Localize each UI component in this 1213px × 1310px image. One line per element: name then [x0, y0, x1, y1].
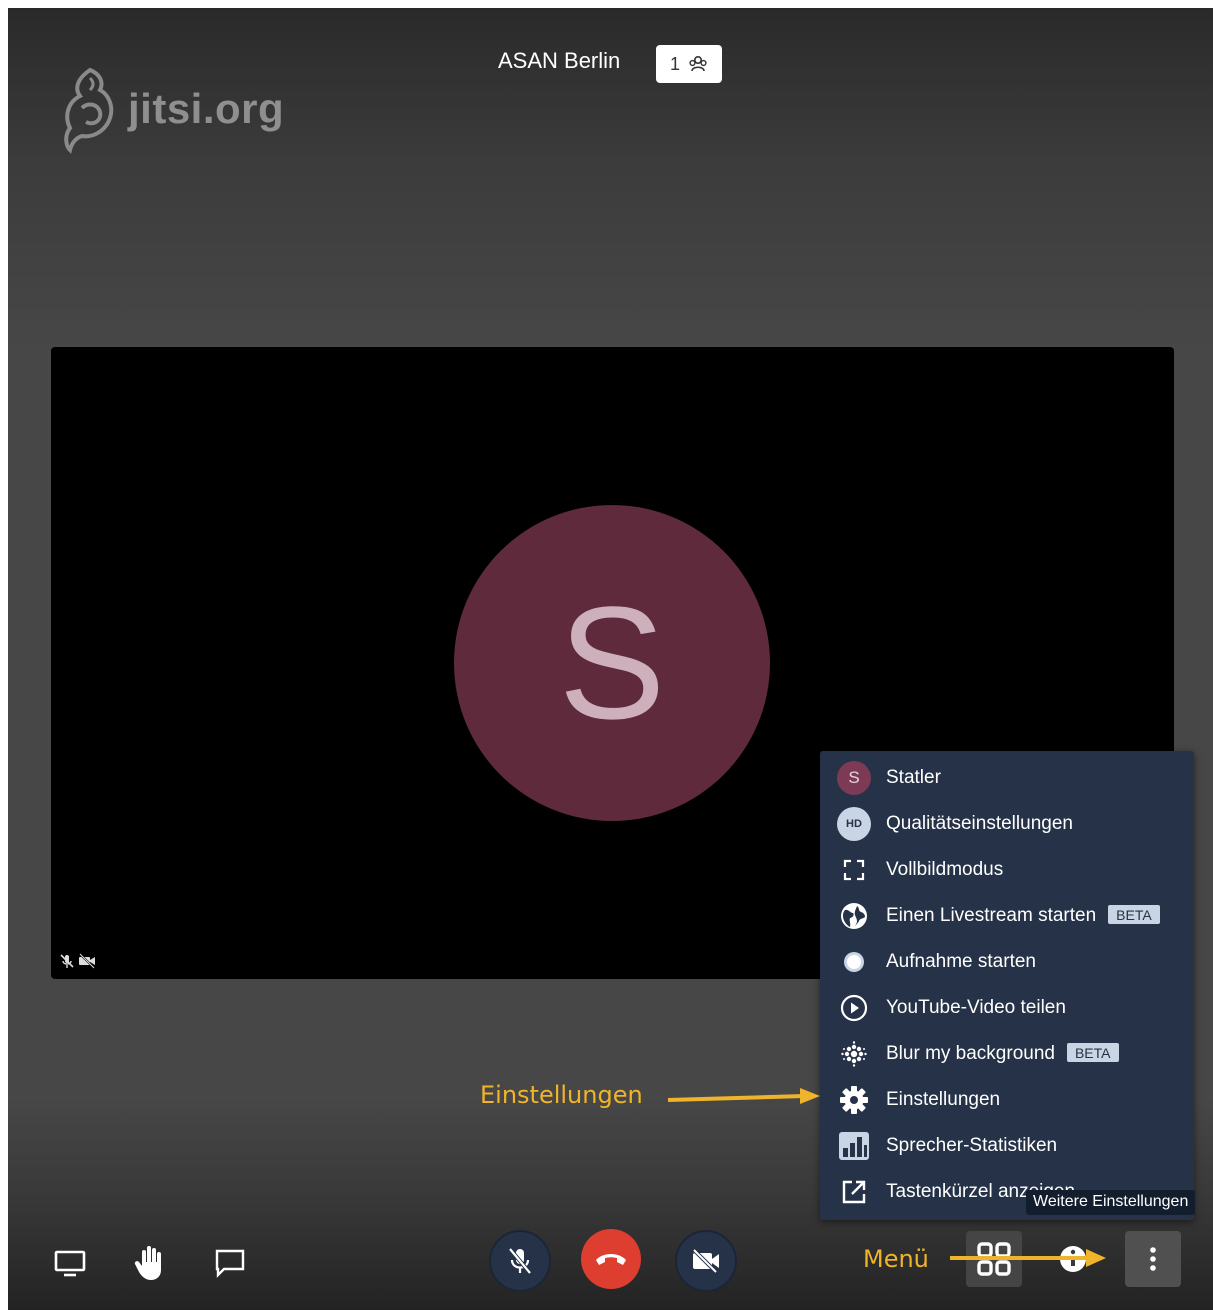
globe-icon [841, 903, 867, 929]
menu-item-speaker-stats[interactable]: Sprecher-Statistiken [820, 1124, 1194, 1168]
more-vertical-icon [1150, 1247, 1156, 1271]
hangup-icon [596, 1254, 626, 1265]
more-settings-tooltip: Weitere Einstellungen [1026, 1190, 1196, 1215]
participant-status-icons [59, 953, 96, 969]
avatar-initial: S [558, 573, 666, 752]
menu-annotation-arrow-icon [950, 1249, 1106, 1267]
participant-count-badge[interactable]: 1 [656, 45, 722, 83]
menu-item-settings[interactable]: Einstellungen [820, 1078, 1194, 1122]
chat-icon [215, 1249, 245, 1278]
participant-avatar: S [454, 505, 770, 821]
menu-item-youtube-share[interactable]: YouTube-Video teilen [820, 986, 1194, 1030]
jitsi-watermark-icon [64, 67, 114, 154]
menu-item-profile[interactable]: S Statler [820, 756, 1194, 800]
menu-item-label: Statler [886, 767, 941, 788]
menu-item-label: Vollbildmodus [886, 859, 1004, 880]
annotation-menu-label: Menü [863, 1245, 929, 1273]
participants-icon [689, 55, 707, 72]
menu-item-livestream[interactable]: Einen Livestream starten BETA [820, 894, 1194, 938]
participant-count: 1 [669, 53, 680, 74]
blur-label: Blur my background [886, 1043, 1055, 1064]
camera-off-icon [79, 953, 95, 969]
gear-icon [840, 1086, 868, 1114]
hd-icon: HD [837, 807, 871, 841]
avatar-s-icon: S [837, 761, 871, 795]
play-icon [840, 994, 868, 1022]
menu-item-blur-background[interactable]: Blur my background BETA [820, 1032, 1194, 1076]
record-icon [844, 952, 864, 972]
menu-item-label: Einstellungen [886, 1089, 1001, 1110]
hangup-button[interactable] [581, 1229, 641, 1289]
fullscreen-icon [843, 859, 865, 881]
room-name: ASAN Berlin [498, 48, 621, 73]
menu-item-label: Aufnahme starten [886, 951, 1036, 972]
menu-item-quality-settings[interactable]: HD Qualitätseinstellungen [820, 802, 1194, 846]
menu-item-label: Sprecher-Statistiken [886, 1135, 1058, 1156]
bar-chart-icon [839, 1132, 869, 1160]
mic-toggle-button[interactable] [489, 1230, 551, 1292]
beta-badge: BETA [1066, 1043, 1119, 1063]
menu-item-label: YouTube-Video teilen [886, 997, 1066, 1018]
menu-item-recording[interactable]: Aufnahme starten [820, 940, 1194, 984]
annotation-settings-label: Einstellungen [480, 1081, 643, 1109]
camera-toggle-button[interactable] [675, 1230, 737, 1292]
overflow-menu: S Statler HD Qualitätseinstellungen Voll… [820, 751, 1194, 1220]
external-link-icon [842, 1180, 866, 1204]
blur-icon [841, 1041, 867, 1067]
screen-share-button[interactable] [45, 1238, 95, 1288]
screen-share-icon [54, 1250, 86, 1277]
beta-badge: BETA [1108, 905, 1160, 925]
menu-item-label: Einen Livestream starten BETA [886, 905, 1160, 927]
mic-muted-icon [508, 1247, 532, 1275]
more-actions-button[interactable] [1125, 1231, 1181, 1287]
logo-text: jitsi.org [128, 85, 285, 132]
annotation-arrow-icon [667, 1088, 820, 1104]
camera-off-icon [692, 1248, 719, 1274]
menu-item-label: Blur my background BETA [886, 1043, 1119, 1065]
livestream-label: Einen Livestream starten [886, 905, 1097, 926]
jitsi-logo[interactable]: jitsi.org [60, 64, 284, 154]
menu-item-label: Qualitätseinstellungen [886, 813, 1073, 834]
chat-button[interactable] [205, 1238, 255, 1288]
raise-hand-button[interactable] [125, 1238, 175, 1288]
mic-muted-icon [60, 954, 74, 968]
raise-hand-icon [134, 1246, 161, 1280]
menu-item-fullscreen[interactable]: Vollbildmodus [820, 848, 1194, 892]
jitsi-meeting-window: jitsi.org ASAN Berlin 1 S S Statler HD Q… [8, 8, 1213, 1310]
